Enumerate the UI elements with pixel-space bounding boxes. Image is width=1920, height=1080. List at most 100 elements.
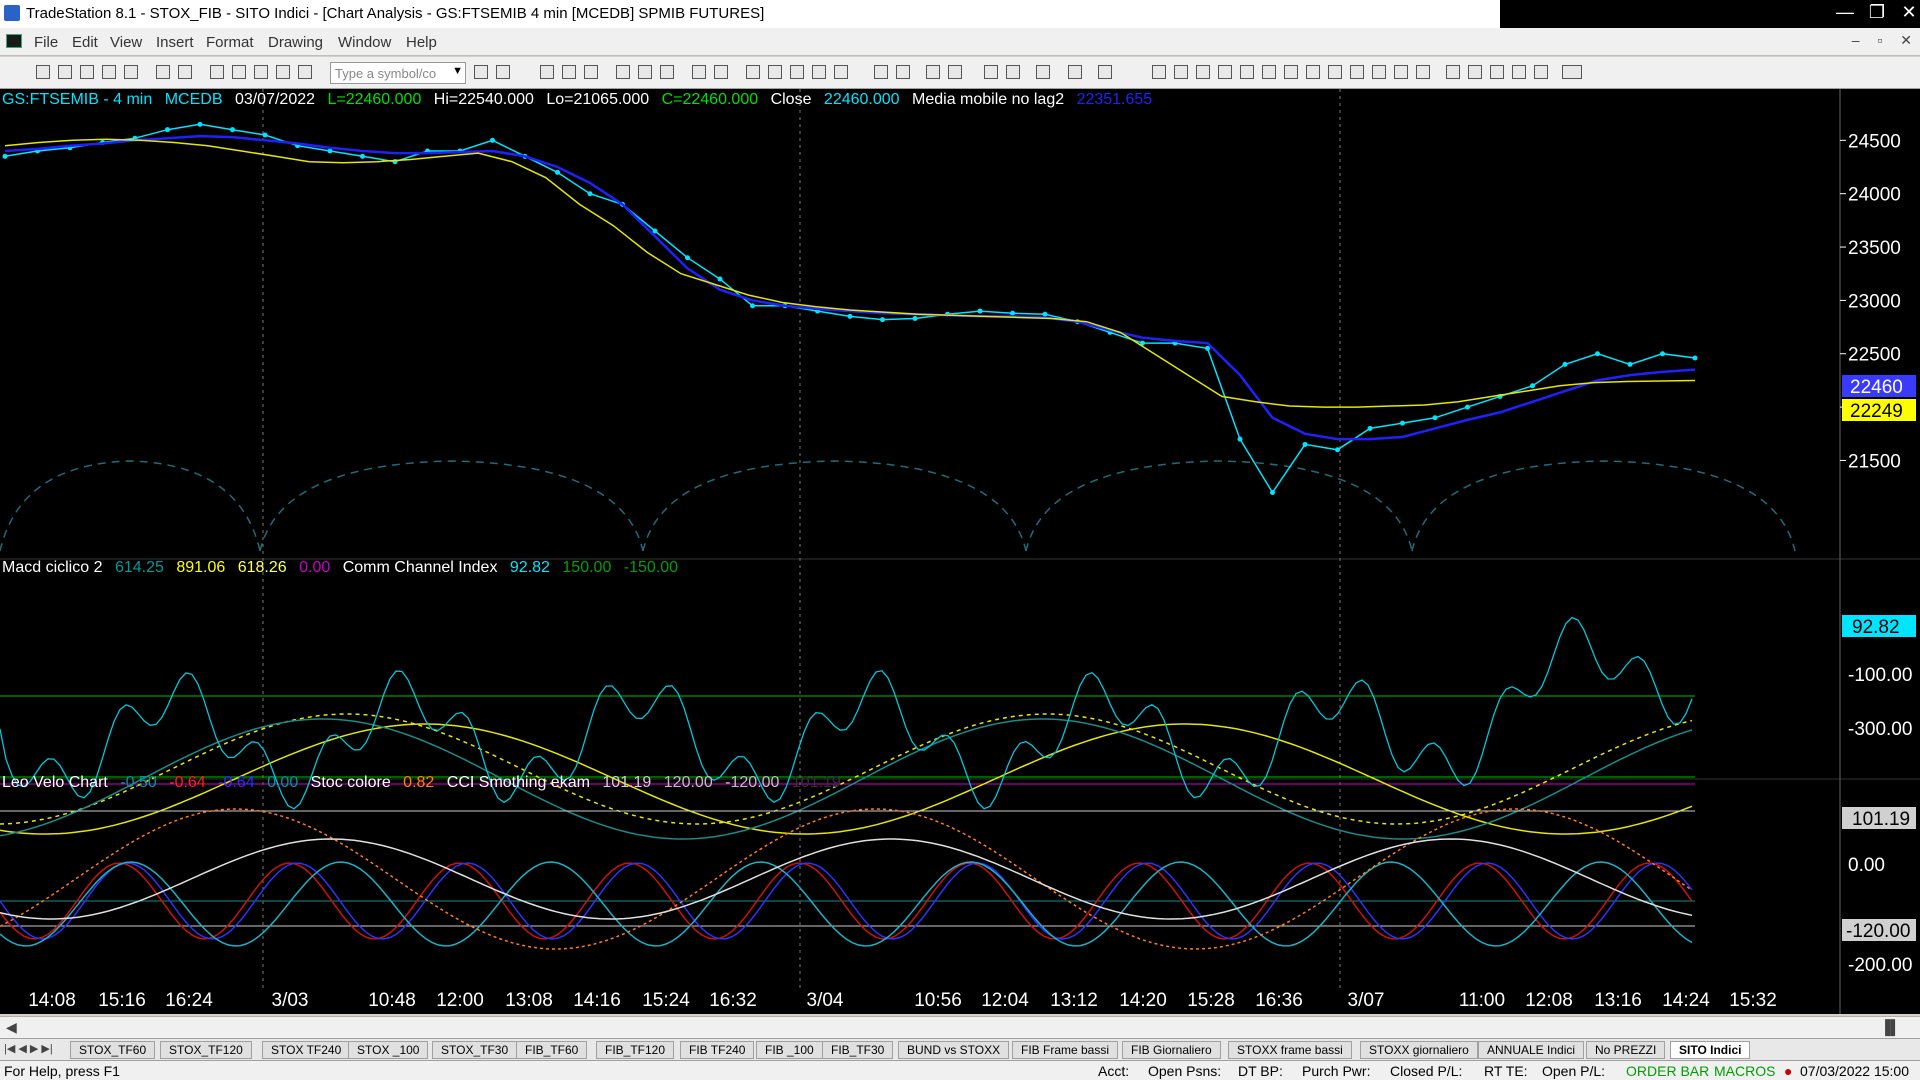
tab-sito-indici[interactable]: SITO Indici bbox=[1670, 1041, 1751, 1059]
open-icon[interactable] bbox=[58, 65, 72, 79]
tab-fib-tf60[interactable]: FIB_TF60 bbox=[516, 1041, 588, 1059]
tab-stox-tf240[interactable]: STOX TF240 bbox=[262, 1041, 351, 1059]
scroll-left-icon[interactable]: ◀ bbox=[6, 1019, 17, 1036]
ray-icon[interactable] bbox=[1350, 65, 1364, 79]
andrews-icon[interactable] bbox=[1306, 65, 1320, 79]
regression-icon[interactable] bbox=[1328, 65, 1342, 79]
window-icon[interactable] bbox=[210, 65, 224, 79]
tab-bund-vs-stoxx[interactable]: BUND vs STOXX bbox=[898, 1041, 1010, 1059]
connection-status-icon: ● bbox=[1784, 1063, 1793, 1079]
lookup-icon[interactable] bbox=[496, 65, 510, 79]
zoom-out-icon[interactable] bbox=[948, 65, 962, 79]
price-point bbox=[1562, 361, 1568, 367]
new-workspace-icon[interactable] bbox=[102, 65, 116, 79]
zoom-bars-icon[interactable] bbox=[874, 65, 888, 79]
menu-drawing[interactable]: Drawing bbox=[268, 34, 323, 51]
tab-fib-frame-bassi[interactable]: FIB Frame bassi bbox=[1012, 1041, 1119, 1059]
vertical-line-icon[interactable] bbox=[1174, 65, 1188, 79]
order-icon[interactable] bbox=[1006, 65, 1020, 79]
link-icon[interactable] bbox=[692, 65, 706, 79]
scroll-right-icon[interactable]: ▐▌ bbox=[1880, 1019, 1900, 1035]
tab-fib-100[interactable]: FIB _100 bbox=[756, 1041, 823, 1059]
new-icon[interactable] bbox=[36, 65, 50, 79]
tab-annuale-indici[interactable]: ANNUALE Indici bbox=[1478, 1041, 1585, 1059]
menu-view[interactable]: View bbox=[110, 34, 142, 51]
cascade-icon[interactable] bbox=[232, 65, 246, 79]
mdi-restore-button[interactable]: ▫ bbox=[1877, 32, 1882, 48]
refresh-icon[interactable] bbox=[660, 65, 674, 79]
close-button[interactable]: ✕ bbox=[1894, 2, 1920, 23]
radar-icon[interactable] bbox=[768, 65, 782, 79]
print-icon[interactable] bbox=[156, 65, 170, 79]
matrix-icon[interactable] bbox=[1068, 65, 1082, 79]
lock-icon[interactable] bbox=[254, 65, 268, 79]
arrow-up-icon[interactable] bbox=[1490, 65, 1504, 79]
strategy-icon[interactable] bbox=[298, 65, 312, 79]
alert-icon[interactable] bbox=[1098, 65, 1112, 79]
rectangle-icon[interactable] bbox=[1534, 65, 1548, 79]
menu-window[interactable]: Window bbox=[338, 34, 391, 51]
go-arrow-icon[interactable] bbox=[474, 65, 488, 79]
tools-icon[interactable] bbox=[1036, 65, 1050, 79]
pen-icon[interactable] bbox=[1416, 65, 1430, 79]
tab-fib-tf30[interactable]: FIB_TF30 bbox=[822, 1041, 894, 1059]
zoom-in-icon[interactable] bbox=[926, 65, 940, 79]
candle-icon[interactable] bbox=[834, 65, 848, 79]
text-icon[interactable] bbox=[1562, 65, 1582, 79]
mdi-minimize-button[interactable]: – bbox=[1852, 32, 1860, 48]
tab-nav-arrows[interactable]: |◀ ◀ ▶ ▶| bbox=[4, 1042, 53, 1055]
arrow-icon[interactable] bbox=[1372, 65, 1386, 79]
menu-format[interactable]: Format bbox=[206, 34, 254, 51]
bar-chart-icon[interactable] bbox=[790, 65, 804, 79]
curve-icon[interactable] bbox=[1446, 65, 1460, 79]
minimize-button[interactable]: — bbox=[1830, 2, 1860, 23]
horizontal-line-icon[interactable] bbox=[1196, 65, 1210, 79]
tab-stox-100[interactable]: STOX _100 bbox=[348, 1041, 429, 1059]
channel-icon[interactable] bbox=[1218, 65, 1232, 79]
bar-interval-icon[interactable] bbox=[616, 65, 630, 79]
workspace-icon[interactable] bbox=[80, 65, 94, 79]
format-icon[interactable] bbox=[562, 65, 576, 79]
indicator-icon[interactable] bbox=[276, 65, 290, 79]
scale-icon[interactable] bbox=[714, 65, 728, 79]
speed-lines-icon[interactable] bbox=[1284, 65, 1298, 79]
tab-fib-tf240[interactable]: FIB TF240 bbox=[680, 1041, 755, 1059]
menu-edit[interactable]: Edit bbox=[72, 34, 98, 51]
cycle-icon[interactable] bbox=[1394, 65, 1408, 79]
ellipse-icon[interactable] bbox=[1512, 65, 1526, 79]
mdi-close-button[interactable]: ✕ bbox=[1900, 32, 1912, 48]
print-preview-icon[interactable] bbox=[178, 65, 192, 79]
pointer-icon[interactable] bbox=[984, 65, 998, 79]
zoom-bars2-icon[interactable] bbox=[896, 65, 910, 79]
chevron-down-icon[interactable]: ▼ bbox=[452, 65, 463, 77]
tile-icon[interactable] bbox=[746, 65, 760, 79]
arrow-down-icon[interactable] bbox=[1468, 65, 1482, 79]
data-window-icon[interactable] bbox=[584, 65, 598, 79]
macros-button[interactable]: MACROS bbox=[1714, 1063, 1775, 1079]
hdr-last: L=22460.000 bbox=[327, 91, 422, 108]
menu-help[interactable]: Help bbox=[406, 34, 437, 51]
horizontal-scrollbar[interactable]: ◀ ▐▌ bbox=[0, 1016, 1920, 1038]
tab-fib-giornaliero[interactable]: FIB Giornaliero bbox=[1122, 1041, 1221, 1059]
bars-icon[interactable] bbox=[812, 65, 826, 79]
tab-fib-tf120[interactable]: FIB_TF120 bbox=[596, 1041, 675, 1059]
chart-svg[interactable]: 24500240002350023000225002200021500 14:0… bbox=[0, 89, 1920, 1014]
tab-stoxx-frame-bassi[interactable]: STOXX frame bassi bbox=[1228, 1041, 1352, 1059]
save-icon[interactable] bbox=[124, 65, 138, 79]
menu-insert[interactable]: Insert bbox=[156, 34, 194, 51]
time-icon[interactable] bbox=[638, 65, 652, 79]
chart-type-icon[interactable] bbox=[540, 65, 554, 79]
order-bar-button[interactable]: ORDER BAR bbox=[1626, 1063, 1709, 1079]
tab-stoxx-giornaliero[interactable]: STOXX giornaliero bbox=[1360, 1041, 1478, 1059]
tab-no-prezzi[interactable]: No PREZZI bbox=[1586, 1041, 1666, 1059]
tab-stox-tf120[interactable]: STOX_TF120 bbox=[160, 1041, 252, 1059]
symbol-input[interactable]: Type a symbol/co ▼ bbox=[330, 62, 466, 84]
menu-file[interactable]: File bbox=[34, 34, 58, 51]
tab-stox-tf60[interactable]: STOX_TF60 bbox=[70, 1041, 156, 1059]
gann-icon[interactable] bbox=[1262, 65, 1276, 79]
fib-icon[interactable] bbox=[1240, 65, 1254, 79]
tab-stox-tf30[interactable]: STOX_TF30 bbox=[432, 1041, 518, 1059]
trendline-icon[interactable] bbox=[1152, 65, 1166, 79]
chart-area[interactable]: 24500240002350023000225002200021500 14:0… bbox=[0, 89, 1920, 1014]
maximize-button[interactable]: ❐ bbox=[1862, 2, 1892, 23]
